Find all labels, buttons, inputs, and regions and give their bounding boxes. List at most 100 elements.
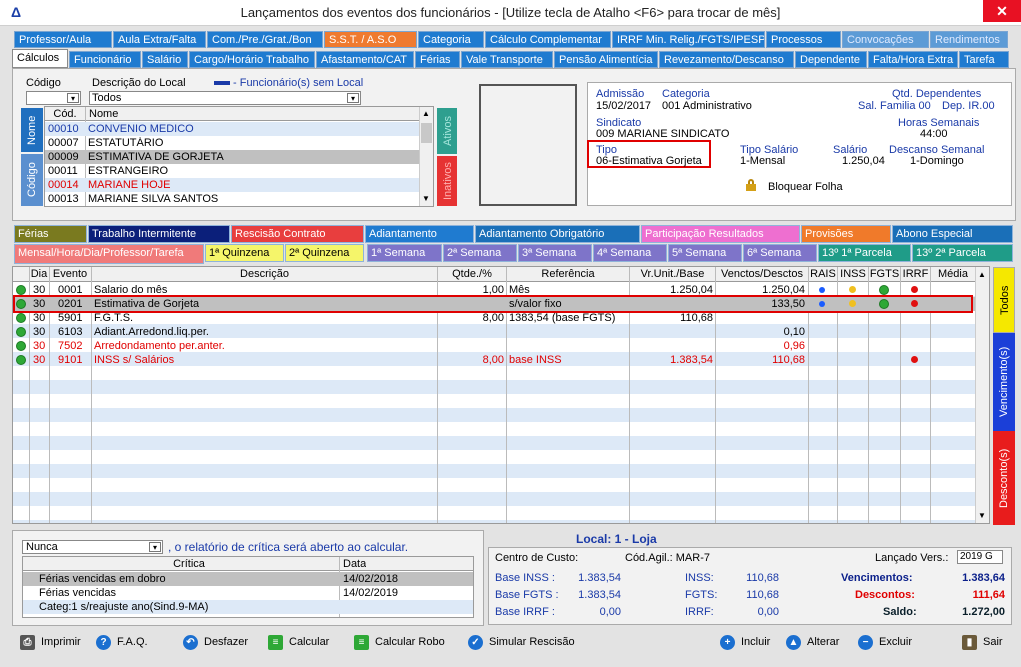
- add-icon: +: [720, 634, 735, 650]
- tab-categoria[interactable]: Categoria: [418, 31, 484, 48]
- tab-3-semana[interactable]: 3ª Semana: [518, 244, 592, 262]
- tab-funcionario[interactable]: Funcionário: [69, 51, 141, 68]
- list-item[interactable]: 00013 MARIANE SILVA SANTOS: [45, 192, 419, 206]
- check-icon: [16, 327, 26, 337]
- cell-valor: 0,10: [783, 326, 805, 338]
- scroll-up-icon[interactable]: ▲: [422, 109, 430, 118]
- simular-rescisao-button[interactable]: ✓ Simular Rescisão: [468, 632, 575, 652]
- tab-calculos[interactable]: Cálculos: [12, 49, 68, 68]
- tab-codigo[interactable]: Código: [21, 154, 43, 206]
- tab-ativos[interactable]: Ativos: [437, 108, 457, 154]
- scroll-thumb[interactable]: [421, 123, 432, 143]
- tab-calculo-complementar[interactable]: Cálculo Complementar: [485, 31, 611, 48]
- table-row[interactable]: 30 5901 F.G.T.S. 8,00 1383,54 (base FGTS…: [13, 311, 975, 325]
- tab-5-semana[interactable]: 5ª Semana: [668, 244, 742, 262]
- list-item-selected[interactable]: 00009 ESTIMATIVA DE GORJETA: [45, 150, 419, 164]
- calcular-robo-button[interactable]: ≡ Calcular Robo: [354, 632, 445, 652]
- excluir-button[interactable]: − Excluir: [858, 632, 912, 652]
- list-item[interactable]: Férias vencidas em dobro 14/02/2018: [23, 572, 473, 586]
- tab-trabalho-intermitente[interactable]: Trabalho Intermitente: [88, 225, 230, 243]
- imprimir-button[interactable]: ⎙ Imprimir: [20, 632, 81, 652]
- tab-processos[interactable]: Processos: [766, 31, 841, 48]
- emp-nome: ESTIMATIVA DE GORJETA: [88, 151, 224, 163]
- photo-box[interactable]: [479, 84, 577, 206]
- tab-mensal[interactable]: Mensal/Hora/Dia/Professor/Tarefa: [14, 244, 204, 264]
- inss-flag-icon: [849, 286, 856, 293]
- saldo-label: Saldo:: [883, 606, 917, 618]
- lancado-label: Lançado Vers.:: [875, 552, 949, 564]
- tab-aula-extra[interactable]: Aula Extra/Falta: [113, 31, 206, 48]
- descricao-select[interactable]: Todos ▾: [89, 91, 361, 105]
- faq-button[interactable]: ? F.A.Q.: [96, 632, 148, 652]
- tab-descontos[interactable]: Desconto(s): [993, 431, 1015, 525]
- tab-provisoes[interactable]: Provisões: [801, 225, 891, 243]
- tab-vencimentos[interactable]: Vencimento(s): [993, 333, 1015, 431]
- calcular-button[interactable]: ≡ Calcular: [268, 632, 329, 652]
- cell-base: 110,68: [680, 312, 713, 324]
- tab-todos[interactable]: Todos: [993, 267, 1015, 333]
- tab-1-semana[interactable]: 1ª Semana: [367, 244, 442, 262]
- tab-participacao[interactable]: Participação Resultados: [641, 225, 800, 243]
- tab-vale-transporte[interactable]: Vale Transporte: [461, 51, 553, 68]
- tab-13-2-parcela[interactable]: 13º 2ª Parcela: [912, 244, 1013, 262]
- grid-scrollbar[interactable]: ▲ ▼: [975, 267, 989, 523]
- table-row[interactable]: 30 6103 Adiant.Arredond.liq.per. 0,10: [13, 325, 975, 339]
- tab-4-semana[interactable]: 4ª Semana: [593, 244, 667, 262]
- sindicato-value: 009 MARIANE SINDICATO: [596, 128, 730, 140]
- tab-sst-aso[interactable]: S.S.T. / A.S.O: [324, 31, 417, 48]
- employee-scrollbar[interactable]: ▲ ▼: [419, 107, 433, 206]
- local-title: Local: 1 - Loja: [576, 532, 657, 546]
- tab-rendimentos[interactable]: Rendimentos: [930, 31, 1008, 48]
- excluir-label: Excluir: [879, 636, 913, 648]
- scroll-up-icon[interactable]: ▲: [978, 270, 986, 279]
- tab-revezamento[interactable]: Revezamento/Descanso: [659, 51, 794, 68]
- table-row[interactable]: 30 9101 INSS s/ Salários 8,00 base INSS …: [13, 353, 975, 367]
- irrf-flag-icon: [911, 356, 918, 363]
- tab-13-1-parcela[interactable]: 13º 1ª Parcela: [818, 244, 911, 262]
- bloquear-folha[interactable]: Bloquear Folha: [768, 181, 843, 193]
- list-item[interactable]: 00014 MARIANE HOJE: [45, 178, 419, 192]
- tab-tarefa[interactable]: Tarefa: [959, 51, 1009, 68]
- tab-afastamento[interactable]: Afastamento/CAT: [316, 51, 414, 68]
- sair-button[interactable]: ▮ Sair: [962, 632, 1003, 652]
- tab-cargo-horario[interactable]: Cargo/Horário Trabalho: [189, 51, 315, 68]
- tab-2-quinzena[interactable]: 2ª Quinzena: [285, 244, 364, 262]
- table-row[interactable]: 30 7502 Arredondamento per.anter. 0,96: [13, 339, 975, 353]
- tab-1-quinzena[interactable]: 1ª Quinzena: [205, 244, 284, 262]
- tab-convocacoes[interactable]: Convocações: [842, 31, 929, 48]
- tab-professor-aula[interactable]: Professor/Aula: [14, 31, 112, 48]
- tab-dependente[interactable]: Dependente: [795, 51, 867, 68]
- desfazer-button[interactable]: ↶ Desfazer: [183, 632, 248, 652]
- tab-2-semana[interactable]: 2ª Semana: [443, 244, 517, 262]
- tab-ferias[interactable]: Férias: [14, 225, 87, 243]
- lock-icon[interactable]: [746, 179, 756, 191]
- list-item[interactable]: 00011 ESTRANGEIRO: [45, 164, 419, 178]
- tab-pensao[interactable]: Pensão Alimentícia: [554, 51, 658, 68]
- tab-6-semana[interactable]: 6ª Semana: [743, 244, 817, 262]
- critica-select[interactable]: Nunca ▾: [22, 540, 163, 554]
- close-button[interactable]: ✕: [983, 0, 1021, 22]
- tab-irrf-min[interactable]: IRRF Min. Relig./FGTS/IPESP: [612, 31, 765, 48]
- scroll-down-icon[interactable]: ▼: [422, 194, 430, 203]
- cell-descricao: Arredondamento per.anter.: [94, 340, 225, 352]
- tab-nome[interactable]: Nome: [21, 108, 43, 152]
- critica-date: 14/02/2018: [343, 573, 399, 585]
- list-item[interactable]: 00010 CONVENIO MEDICO: [45, 122, 419, 136]
- list-item[interactable]: Categ:1 s/reajuste ano(Sind.9-MA): [23, 600, 473, 614]
- scroll-down-icon[interactable]: ▼: [978, 511, 986, 520]
- tab-abono-especial[interactable]: Abono Especial: [892, 225, 1013, 243]
- tab-salario[interactable]: Salário: [142, 51, 188, 68]
- tab-rescisao[interactable]: Rescisão Contrato: [231, 225, 364, 243]
- codigo-select[interactable]: ▾: [26, 91, 81, 105]
- categoria-value: 001 Administrativo: [662, 100, 752, 112]
- tab-falta-hora-extra[interactable]: Falta/Hora Extra: [868, 51, 958, 68]
- tab-ferias-top[interactable]: Férias: [415, 51, 460, 68]
- incluir-button[interactable]: + Incluir: [720, 632, 770, 652]
- tab-adiantamento-obrigatorio[interactable]: Adiantamento Obrigatório: [475, 225, 640, 243]
- tab-adiantamento[interactable]: Adiantamento: [365, 225, 474, 243]
- alterar-button[interactable]: ▲ Alterar: [786, 632, 839, 652]
- list-item[interactable]: 00007 ESTATUTÁRIO: [45, 136, 419, 150]
- tab-com-pre-grat[interactable]: Com./Pre./Grat./Bon: [207, 31, 323, 48]
- tab-inativos[interactable]: Inativos: [437, 156, 457, 206]
- list-item[interactable]: Férias vencidas 14/02/2019: [23, 586, 473, 600]
